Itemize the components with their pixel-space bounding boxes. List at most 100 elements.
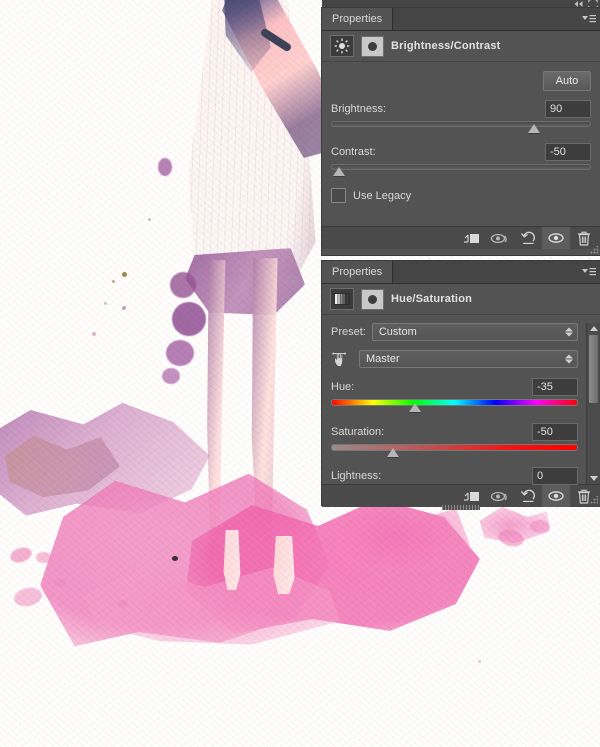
clip-to-layer-icon[interactable] <box>458 227 486 249</box>
panel-menu-icon[interactable] <box>578 8 600 30</box>
watercolor-droplet <box>118 600 128 607</box>
preset-value: Custom <box>378 326 417 338</box>
hue-saturation-icon <box>330 288 354 310</box>
watercolor-blob <box>170 272 196 298</box>
toggle-visibility-icon[interactable] <box>542 227 570 249</box>
channel-row: Master <box>331 349 578 369</box>
hue-label: Hue: <box>331 381 355 393</box>
watercolor-blob <box>166 340 194 366</box>
preview-previous-state-icon[interactable] <box>486 485 514 507</box>
tab-label: Properties <box>332 13 383 25</box>
brightness-label: Brightness: <box>331 103 387 115</box>
layer-mask-thumbnail[interactable] <box>361 35 384 57</box>
panel-title: Hue/Saturation <box>391 293 473 305</box>
panel-tabstrip: Properties <box>322 261 600 284</box>
scroll-down-arrow-icon[interactable] <box>589 476 598 481</box>
tab-properties[interactable]: Properties <box>322 261 394 283</box>
reset-icon[interactable] <box>514 227 542 249</box>
preset-label: Preset: <box>331 326 366 338</box>
scroll-up-arrow-icon[interactable] <box>589 326 598 331</box>
slider-thumb[interactable] <box>408 403 421 412</box>
saturation-label: Saturation: <box>331 426 385 438</box>
brightness-contrast-icon <box>330 35 354 57</box>
contrast-label: Contrast: <box>331 146 376 158</box>
double-arrow-left-icon[interactable] <box>573 0 584 8</box>
watercolor-droplet <box>54 578 66 587</box>
hue-row: Hue: -35 <box>331 377 578 397</box>
chevron-updown-icon <box>565 354 573 364</box>
preset-select[interactable]: Custom <box>371 323 578 341</box>
on-image-adjustment-hand-icon[interactable] <box>331 349 353 369</box>
tab-properties[interactable]: Properties <box>322 8 394 30</box>
watercolor-blob <box>172 302 206 336</box>
use-legacy-checkbox[interactable] <box>331 188 346 203</box>
panel-drag-grip[interactable] <box>442 505 480 510</box>
panel-header-brightness-contrast: Brightness/Contrast <box>322 31 600 62</box>
use-legacy-label: Use Legacy <box>353 189 412 202</box>
panel-body-hue-saturation: Preset: Custom Master Hue: -35 Saturatio… <box>322 323 600 486</box>
panel-scrollbar[interactable] <box>586 323 600 484</box>
use-legacy-row[interactable]: Use Legacy <box>331 188 591 203</box>
slider-thumb[interactable] <box>332 167 345 176</box>
watercolor-droplet <box>12 585 44 609</box>
paint-speck <box>300 522 304 526</box>
paint-speck <box>148 218 151 221</box>
paint-speck <box>112 280 115 283</box>
slider-track <box>331 121 591 127</box>
photoshop-screenshot: Properties Brightness/Contrast Auto Brig… <box>0 0 600 747</box>
contrast-slider[interactable] <box>331 163 591 177</box>
expand-arrows-icon[interactable] <box>588 0 598 8</box>
properties-panel-brightness-contrast: Properties Brightness/Contrast Auto Brig… <box>322 8 600 255</box>
saturation-row: Saturation: -50 <box>331 422 578 442</box>
resize-grip[interactable] <box>590 496 598 504</box>
properties-panel-hue-saturation: Properties Hue/Saturation Preset: Custom… <box>322 261 600 510</box>
panel-title: Brightness/Contrast <box>391 40 501 52</box>
resize-grip[interactable] <box>590 246 598 254</box>
saturation-slider[interactable] <box>331 443 578 457</box>
brightness-row: Brightness: 90 <box>331 99 591 119</box>
scrollbar-thumb[interactable] <box>589 335 598 403</box>
toggle-visibility-icon[interactable] <box>542 485 570 507</box>
chevron-updown-icon <box>565 327 573 337</box>
auto-row: Auto <box>331 62 591 91</box>
auto-button[interactable]: Auto <box>543 71 591 91</box>
brightness-slider[interactable] <box>331 120 591 134</box>
watercolor-blob <box>158 158 172 176</box>
paint-speck <box>172 556 178 561</box>
hip-shape <box>185 248 305 316</box>
slider-track <box>331 164 591 170</box>
tab-label: Properties <box>332 266 383 278</box>
hue-value[interactable]: -35 <box>532 378 578 396</box>
paint-speck <box>104 302 107 305</box>
panel-footer-brightness-contrast <box>322 226 600 254</box>
clip-to-layer-icon[interactable] <box>458 485 486 507</box>
mask-dot <box>368 41 377 51</box>
reset-icon[interactable] <box>514 485 542 507</box>
panel-tabstrip: Properties <box>322 8 600 31</box>
lightness-row: Lightness: 0 <box>331 466 578 486</box>
hue-slider[interactable] <box>331 398 578 412</box>
lightness-value[interactable]: 0 <box>532 467 578 485</box>
mask-dot <box>368 294 377 304</box>
slider-track-hue <box>331 399 578 406</box>
layer-mask-thumbnail[interactable] <box>361 288 384 310</box>
preview-previous-state-icon[interactable] <box>486 227 514 249</box>
contrast-value[interactable]: -50 <box>545 143 591 161</box>
slider-thumb[interactable] <box>386 448 399 457</box>
paint-speck <box>92 332 96 336</box>
tabstrip-filler <box>393 8 578 30</box>
panel-body-brightness-contrast: Auto Brightness: 90 Contrast: -50 Use Le… <box>322 62 600 226</box>
channel-select[interactable]: Master <box>359 350 578 368</box>
slider-track-saturation <box>331 444 578 451</box>
paint-speck <box>122 306 126 310</box>
watercolor-blob <box>162 368 180 384</box>
paint-speck <box>122 272 127 277</box>
panel-menu-icon[interactable] <box>578 261 600 283</box>
lightness-label: Lightness: <box>331 470 382 482</box>
watercolor-droplet <box>8 544 34 566</box>
contrast-row: Contrast: -50 <box>331 142 591 162</box>
panel-footer-hue-saturation <box>322 484 600 507</box>
brightness-value[interactable]: 90 <box>545 100 591 118</box>
slider-thumb[interactable] <box>527 124 540 133</box>
saturation-value[interactable]: -50 <box>532 423 578 441</box>
